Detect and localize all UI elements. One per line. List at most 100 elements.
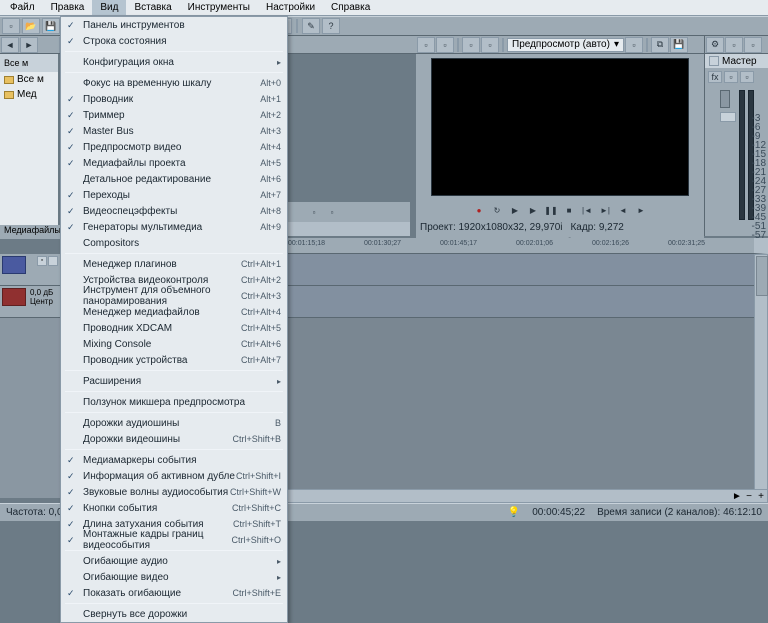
panel-tabs[interactable]: Медиафайлы [0,225,60,239]
play-icon[interactable]: ▶ [525,203,541,217]
menu-item[interactable]: Генераторы мультимедиаAlt+9 [61,219,287,235]
menu-справка[interactable]: Справка [323,0,378,15]
loop-icon[interactable]: ↻ [489,203,505,217]
external-icon[interactable]: ▫ [417,37,435,53]
menu-инструменты[interactable]: Инструменты [180,0,258,15]
menu-item[interactable]: Инструмент для объемного панорамирования… [61,288,287,304]
scroll-right-icon[interactable]: ► [731,491,743,502]
status-record-time: Время записи (2 каналов): 46:12:10 [597,507,762,518]
copy-icon[interactable]: ⧉ [651,37,669,53]
tree-item[interactable]: Мед [0,87,58,102]
open-icon[interactable]: 📂 [22,18,40,34]
menu-shortcut: Alt+7 [260,190,281,200]
scroll-thumb[interactable] [756,256,768,296]
record-icon[interactable]: ● [471,203,487,217]
next-frame-icon[interactable]: ► [633,203,649,217]
menu-item[interactable]: Монтажные кадры границ видеособытияCtrl+… [61,532,287,548]
tree-label: Мед [17,89,37,100]
track-btn[interactable] [48,256,58,266]
menu-item[interactable]: Расширения [61,373,287,389]
tool-icon[interactable]: ▫ [744,37,762,53]
save-icon[interactable]: 💾 [42,18,60,34]
save-icon[interactable]: 💾 [670,37,688,53]
checkbox[interactable] [709,56,719,66]
timeline-vscroll[interactable] [754,254,768,498]
menu-item[interactable]: Свернуть все дорожки [61,606,287,622]
help-icon[interactable]: ? [322,18,340,34]
zoom-in-icon[interactable]: + [755,491,767,502]
menu-item[interactable]: Master BusAlt+3 [61,123,287,139]
menu-файл[interactable]: Файл [2,0,43,15]
menu-shortcut: Alt+0 [260,78,281,88]
menu-item[interactable]: Огибающие аудио [61,553,287,569]
menu-вид[interactable]: Вид [92,0,126,15]
menu-item[interactable]: Показать огибающиеCtrl+Shift+E [61,585,287,601]
explorer-tab[interactable]: Все м [0,54,58,72]
menu-item[interactable]: Предпросмотр видеоAlt+4 [61,139,287,155]
split-icon[interactable]: ▫ [481,37,499,53]
dim-icon[interactable]: ▫ [725,37,743,53]
menu-item[interactable]: Информация об активном дублеCtrl+Shift+I [61,468,287,484]
last-icon[interactable]: ►| [597,203,613,217]
menu-item[interactable]: Строка состояния [61,33,287,49]
back-icon[interactable]: ◄ [1,37,19,53]
tool-icon[interactable]: ▫ [436,37,454,53]
menu-item[interactable]: Медиамаркеры события [61,452,287,468]
menu-item[interactable]: Проводник устройстваCtrl+Alt+7 [61,352,287,368]
tool-icon[interactable]: ▫ [324,205,340,219]
menu-shortcut: Alt+1 [260,94,281,104]
menu-item[interactable]: Compositors [61,235,287,251]
fader-knob[interactable] [720,112,736,122]
preview-quality-dropdown[interactable]: Предпросмотр (авто) ▾ [507,38,624,52]
menu-item[interactable]: Менеджер медиафайловCtrl+Alt+4 [61,304,287,320]
menu-item-label: Длина затухания события [83,519,204,530]
menu-item[interactable]: Ползунок микшера предпросмотра [61,394,287,410]
menu-item[interactable]: Детальное редактированиеAlt+6 [61,171,287,187]
forward-icon[interactable]: ► [20,37,38,53]
menu-правка[interactable]: Правка [43,0,93,15]
settings-icon[interactable]: ⚙ [706,37,724,53]
fx-icon[interactable]: ▫ [462,37,480,53]
menu-item[interactable]: Дорожки видеошиныCtrl+Shift+B [61,431,287,447]
menu-item-label: Монтажные кадры границ видеособытия [83,529,231,551]
overlay-icon[interactable]: ▫ [625,37,643,53]
audio-track-header[interactable]: 0,0 дБ Центр [0,286,60,318]
first-icon[interactable]: |◄ [579,203,595,217]
menu-item[interactable]: Кнопки событияCtrl+Shift+C [61,500,287,516]
menu-item[interactable]: ВидеоспецэффектыAlt+8 [61,203,287,219]
prev-frame-icon[interactable]: ◄ [615,203,631,217]
menu-item[interactable]: Панель инструментов [61,17,287,33]
fx-icon[interactable]: fx [708,71,722,83]
menu-item[interactable]: ПереходыAlt+7 [61,187,287,203]
menu-item[interactable]: Фокус на временную шкалу Alt+0 [61,75,287,91]
menu-item[interactable]: Дорожки аудиошиныB [61,415,287,431]
track-headers: ▫ 0,0 дБ Центр [0,254,60,498]
menu-настройки[interactable]: Настройки [258,0,323,15]
menu-item[interactable]: Проводник XDCAMCtrl+Alt+5 [61,320,287,336]
menu-shortcut: Alt+5 [260,158,281,168]
menu-item[interactable]: Огибающие видео [61,569,287,585]
mute-icon[interactable]: ▫ [740,71,754,83]
menu-item[interactable]: ТриммерAlt+2 [61,107,287,123]
menu-item[interactable]: Медиафайлы проектаAlt+5 [61,155,287,171]
menu-shortcut: Ctrl+Shift+O [231,535,281,545]
zoom-out-icon[interactable]: − [743,491,755,502]
tree-item[interactable]: Все м [0,72,58,87]
tool-icon[interactable]: ✎ [302,18,320,34]
menu-item[interactable]: Mixing ConsoleCtrl+Alt+6 [61,336,287,352]
menu-item-label: Фокус на временную шкалу [83,78,211,89]
menu-item[interactable]: Конфигурация окна [61,54,287,70]
fader[interactable] [720,90,730,108]
play-start-icon[interactable]: ▶ [507,203,523,217]
menu-item[interactable]: ПроводникAlt+1 [61,91,287,107]
pause-icon[interactable]: ❚❚ [543,203,559,217]
video-track-header[interactable]: ▫ [0,254,60,286]
tool-icon[interactable]: ▫ [306,205,322,219]
track-btn[interactable]: ▫ [37,256,47,266]
menu-вставка[interactable]: Вставка [126,0,179,15]
menu-item[interactable]: Менеджер плагиновCtrl+Alt+1 [61,256,287,272]
insert-icon[interactable]: ▫ [724,71,738,83]
menu-item[interactable]: Звуковые волны аудиособытияCtrl+Shift+W [61,484,287,500]
stop-icon[interactable]: ■ [561,203,577,217]
new-icon[interactable]: ▫ [2,18,20,34]
